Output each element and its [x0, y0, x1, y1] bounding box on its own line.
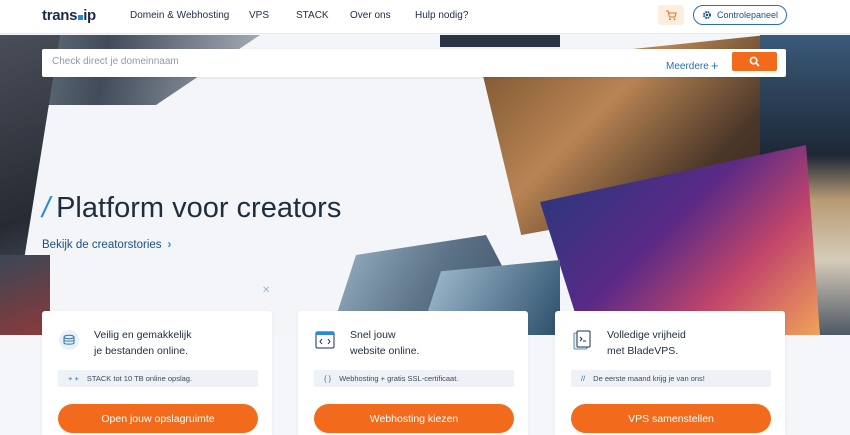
control-panel-button[interactable]: Controlepaneel	[693, 5, 787, 25]
double-slash-icon: //	[581, 374, 586, 383]
decorative-cross-icon: ✕	[262, 285, 271, 296]
hero-title-text: Platform voor creators	[56, 192, 342, 224]
search-icon	[749, 56, 760, 67]
logo-text-ip: ip	[83, 7, 96, 24]
cart-button[interactable]	[658, 5, 684, 25]
storage-icon	[59, 330, 79, 350]
gear-icon	[702, 11, 711, 19]
plus-icon: +	[710, 58, 719, 73]
control-panel-label: Controlepaneel	[716, 10, 779, 20]
card-title-line1: Veilig en gemakkelijk	[94, 329, 192, 341]
open-storage-button[interactable]: Open jouw opslagruimte	[58, 404, 258, 433]
product-card-webhosting: Snel jouw website online. { } Webhosting …	[298, 311, 528, 435]
plus-plus-icon: + +	[68, 374, 79, 383]
card-info-bar: { } Webhosting + gratis SSL-certificaat.	[314, 370, 514, 387]
card-info-text: De eerste maand krijg je van ons!	[593, 374, 705, 383]
slash-accent-icon: /	[42, 192, 51, 224]
multiple-domains-label: Meerdere	[666, 61, 709, 72]
card-title: Veilig en gemakkelijk je bestanden onlin…	[94, 327, 264, 359]
nav-vps[interactable]: VPS	[249, 10, 269, 21]
logo-text-trans: trans	[42, 7, 78, 24]
product-card-vps: Volledige vrijheid met BladeVPS. // De ee…	[555, 311, 785, 435]
configure-vps-button[interactable]: VPS samenstellen	[571, 404, 771, 433]
creatorstories-link[interactable]: Bekijk de creatorstories ›	[42, 239, 171, 251]
choose-webhosting-button[interactable]: Webhosting kiezen	[314, 404, 514, 433]
code-window-icon	[315, 331, 335, 349]
nav-hulp-nodig[interactable]: Hulp nodig?	[415, 10, 468, 21]
domain-search-input[interactable]	[52, 56, 552, 67]
transip-logo[interactable]: trans ip	[42, 7, 96, 24]
card-info-text: Webhosting + gratis SSL-certificaat.	[339, 374, 459, 383]
card-title-line1: Volledige vrijheid	[607, 329, 686, 341]
top-navigation-bar: trans ip Domein & Webhosting VPS STACK Ov…	[0, 0, 850, 34]
domain-search-bar: Meerdere+	[42, 49, 786, 77]
nav-stack[interactable]: STACK	[296, 10, 329, 21]
nav-domein-webhosting[interactable]: Domein & Webhosting	[130, 10, 229, 21]
braces-icon: { }	[324, 374, 332, 383]
chevron-right-icon: ›	[167, 239, 172, 251]
card-info-bar: + + STACK tot 10 TB online opslag.	[58, 370, 258, 387]
card-title-line2: met BladeVPS.	[607, 345, 679, 357]
card-title-line1: Snel jouw	[350, 329, 396, 341]
card-title-line2: je bestanden online.	[94, 345, 188, 357]
multiple-domains-toggle[interactable]: Meerdere +	[666, 57, 719, 73]
hero-photo-top-strip	[440, 35, 560, 47]
nav-over-ons[interactable]: Over ons	[350, 10, 391, 21]
cart-icon	[666, 10, 677, 20]
product-card-stack: Veilig en gemakkelijk je bestanden onlin…	[42, 311, 272, 435]
search-button[interactable]	[732, 52, 777, 71]
card-info-text: STACK tot 10 TB online opslag.	[86, 374, 193, 383]
card-title-line2: website online.	[350, 345, 420, 357]
hero-banner: ✕ / Platform voor creators Bekijk de crea…	[0, 35, 850, 335]
hero-title: / Platform voor creators	[42, 192, 341, 225]
card-info-bar: // De eerste maand krijg je van ons!	[571, 370, 771, 387]
creatorstories-link-label: Bekijk de creatorstories	[42, 239, 162, 251]
terminal-doc-icon	[573, 330, 591, 350]
card-title: Volledige vrijheid met BladeVPS.	[607, 327, 777, 359]
card-title: Snel jouw website online.	[350, 327, 520, 359]
